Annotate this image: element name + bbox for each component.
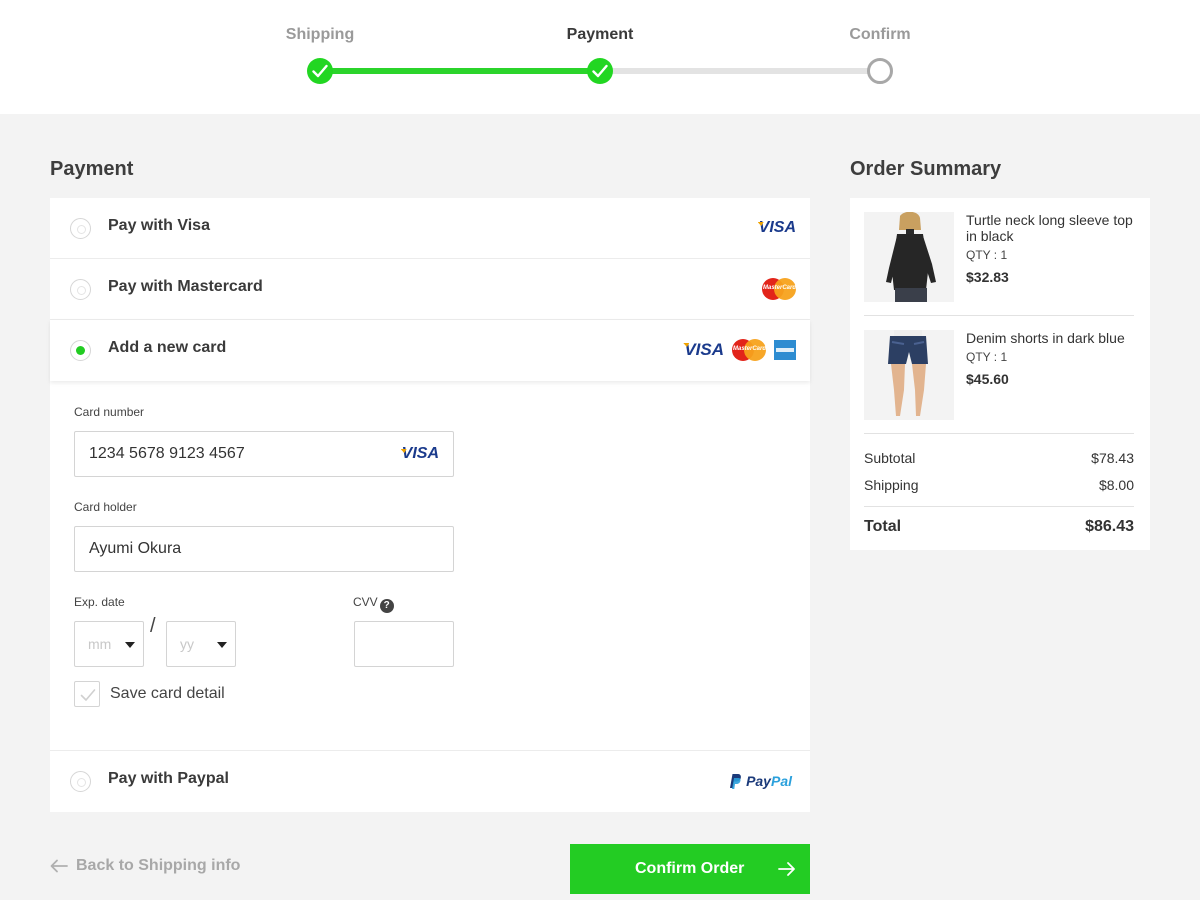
option-visa[interactable]: Pay with Visa VISA [50,198,810,259]
product-image-denim-shorts [864,330,954,420]
card-number-input[interactable]: 1234 5678 9123 4567 VISA [74,431,454,477]
arrow-right-icon [778,862,795,876]
amex-logo-icon [774,340,796,360]
paypal-logo-text-a: Pay [746,773,771,789]
confirm-order-button[interactable]: Confirm Order [570,844,810,894]
product-image-turtleneck [864,212,954,302]
option-new-card[interactable]: Add a new card VISA MasterCard [50,320,810,381]
step-payment-label: Payment [566,26,634,43]
subtotal-row: Subtotal $78.43 [864,450,1134,466]
option-paypal-label: Pay with Paypal [108,770,229,787]
card-holder-label: Card holder [74,500,137,514]
save-card-checkbox[interactable] [74,681,100,707]
option-paypal[interactable]: Pay with Paypal PayPal [50,751,810,812]
confirm-order-label: Confirm Order [635,860,745,877]
summary-item: Turtle neck long sleeve top in black QTY… [864,212,1134,302]
summary-divider [864,433,1134,434]
item-qty: QTY : 1 [966,248,1008,262]
summary-item: Denim shorts in dark blue QTY : 1 $45.60 [864,330,1134,420]
exp-month-select[interactable]: mm [74,621,144,667]
cvv-input[interactable] [354,621,454,667]
visa-logo-icon: VISA [401,445,439,462]
shipping-value: $8.00 [1098,477,1134,493]
item-price: $45.60 [966,371,1009,387]
step-shipping-check-icon [307,58,333,84]
paypal-logo-icon: PayPal [728,773,792,789]
payment-options: Pay with Visa VISA Pay with Mastercard M… [50,198,810,812]
caret-down-icon [125,642,135,648]
mastercard-logo-icon: MasterCard [762,278,796,300]
step-shipping-label[interactable]: Shipping [250,26,390,44]
step-payment-check-icon [587,58,613,84]
summary-divider [864,506,1134,507]
progress-track-remaining [600,68,880,74]
payment-title: Payment [50,158,134,180]
option-new-card-label: Add a new card [108,339,227,356]
item-qty: QTY : 1 [966,350,1008,364]
back-to-shipping-label: Back to Shipping info [76,857,241,874]
mastercard-logo-text: MasterCard [733,346,767,352]
caret-down-icon [217,642,227,648]
visa-logo-icon: VISA [684,340,724,359]
option-visa-radio[interactable] [70,218,91,239]
arrow-left-icon [50,859,68,873]
card-holder-input[interactable]: Ayumi Okura [74,526,454,572]
step-confirm-label: Confirm [849,26,911,43]
checkout-stepper: Shipping Payment Confirm [0,0,1200,114]
option-visa-label: Pay with Visa [108,217,210,234]
visa-logo-icon: VISA [758,219,796,236]
summary-divider [864,315,1134,316]
option-mastercard-label: Pay with Mastercard [108,278,263,295]
option-new-card-radio[interactable] [70,340,91,361]
save-card-label[interactable]: Save card detail [110,685,225,703]
subtotal-value: $78.43 [1091,450,1134,466]
item-price: $32.83 [966,269,1009,285]
option-mastercard-radio[interactable] [70,279,91,300]
back-to-shipping-link[interactable]: Back to Shipping info [50,857,240,875]
exp-separator: / [150,615,156,637]
option-paypal-radio[interactable] [70,771,91,792]
cvv-label: CVV? [353,595,394,613]
exp-date-label: Exp. date [74,595,125,609]
total-value: $86.43 [1085,518,1134,535]
subtotal-label: Subtotal [864,450,916,466]
cvv-label-text: CVV [353,595,378,609]
checkmark-icon [80,689,96,701]
progress-track-complete [320,68,600,74]
order-summary-card: Turtle neck long sleeve top in black QTY… [850,198,1150,550]
exp-month-placeholder: mm [88,636,112,652]
new-card-form: Card number 1234 5678 9123 4567 VISA Car… [50,381,810,751]
mastercard-logo-text: MasterCard [763,285,797,291]
total-label: Total [864,518,902,535]
order-summary-title: Order Summary [850,158,1002,180]
total-row: Total $86.43 [864,518,1134,536]
option-mastercard[interactable]: Pay with Mastercard MasterCard [50,259,810,320]
item-name: Turtle neck long sleeve top in black [966,212,1133,244]
card-holder-value: Ayumi Okura [89,540,182,557]
shipping-label: Shipping [864,477,919,493]
step-confirm-circle-icon [867,58,893,84]
exp-year-select[interactable]: yy [166,621,236,667]
mastercard-logo-icon: MasterCard [732,339,766,361]
item-name: Denim shorts in dark blue [966,330,1125,346]
card-number-value: 1234 5678 9123 4567 [89,445,245,462]
card-number-label: Card number [74,405,145,419]
paypal-logo-text-b: Pal [770,773,792,789]
shipping-row: Shipping $8.00 [864,477,1134,493]
exp-year-placeholder: yy [180,636,194,652]
help-icon[interactable]: ? [379,599,394,613]
